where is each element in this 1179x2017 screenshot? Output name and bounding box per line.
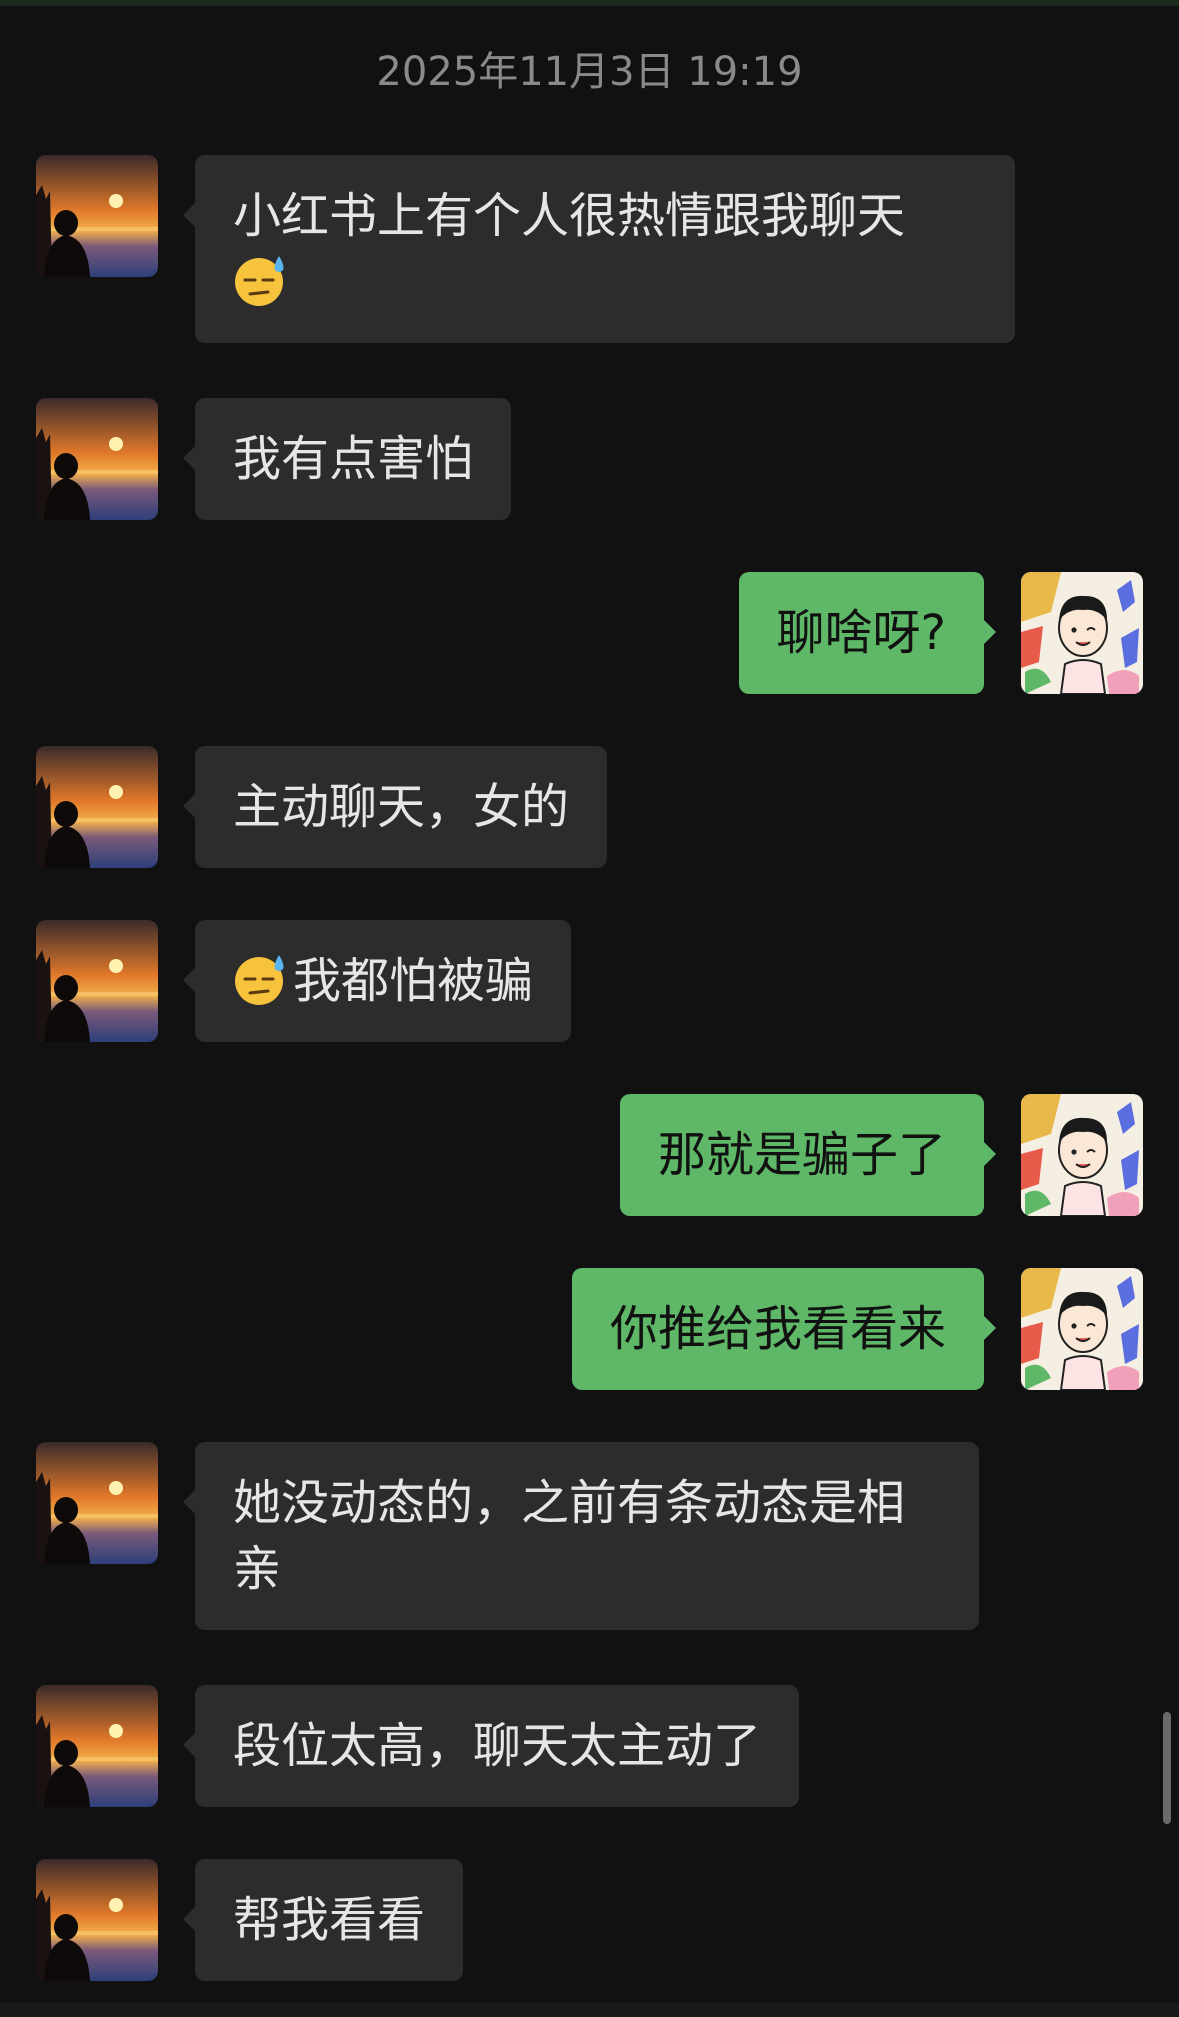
sweat-face-emoji	[233, 252, 289, 308]
message-bubble[interactable]: 她没动态的，之前有条动态是相亲	[183, 1442, 979, 1630]
message-bubble[interactable]: 聊啥呀?	[738, 572, 997, 694]
message-bubble[interactable]: 主动聊天，女的	[182, 746, 608, 868]
message-text: 她没动态的，之前有条动态是相亲	[233, 1475, 906, 1597]
message-text: 段位太高，聊天太主动了	[233, 1718, 762, 1774]
message-text: 那就是骗子了	[657, 1127, 946, 1183]
sunset-silhouette-avatar[interactable]	[36, 155, 158, 277]
sunset-silhouette-avatar[interactable]	[36, 398, 158, 520]
sunset-silhouette-avatar[interactable]	[36, 1442, 158, 1564]
cartoon-boy-avatar[interactable]	[1021, 1094, 1143, 1216]
message-bubble[interactable]: 帮我看看	[182, 1859, 464, 1981]
sunset-silhouette-avatar[interactable]	[36, 920, 158, 1042]
cartoon-boy-avatar[interactable]	[1021, 572, 1143, 694]
sweat-face-emoji	[233, 951, 289, 1007]
message-text: 小红书上有个人很热情跟我聊天	[233, 188, 906, 244]
chat-window: 2025年11月3日 19:19 小红书上有个人很热情跟我聊天 我有点害怕 聊啥…	[0, 0, 1179, 2017]
scrollbar[interactable]	[1163, 1712, 1171, 1824]
top-edge	[0, 0, 1179, 6]
bottom-edge	[0, 2003, 1179, 2017]
chat-timestamp: 2025年11月3日 19:19	[376, 49, 803, 95]
cartoon-boy-avatar[interactable]	[1021, 1268, 1143, 1390]
message-text: 聊啥呀?	[776, 605, 946, 661]
sunset-silhouette-avatar[interactable]	[36, 1685, 158, 1807]
message-bubble[interactable]: 小红书上有个人很热情跟我聊天	[183, 155, 1015, 343]
message-text: 帮我看看	[233, 1892, 426, 1948]
message-bubble[interactable]: 我都怕被骗	[182, 920, 572, 1042]
message-bubble[interactable]: 那就是骗子了	[619, 1094, 997, 1216]
message-text: 你推给我看看来	[609, 1301, 946, 1357]
message-bubble[interactable]: 我有点害怕	[182, 398, 512, 520]
message-text: 我都怕被骗	[293, 953, 534, 1009]
sunset-silhouette-avatar[interactable]	[36, 746, 158, 868]
message-text: 我有点害怕	[233, 431, 474, 487]
message-bubble[interactable]: 你推给我看看来	[571, 1268, 997, 1390]
message-bubble[interactable]: 段位太高，聊天太主动了	[182, 1685, 800, 1807]
message-text: 主动聊天，女的	[233, 779, 570, 835]
sunset-silhouette-avatar[interactable]	[36, 1859, 158, 1981]
